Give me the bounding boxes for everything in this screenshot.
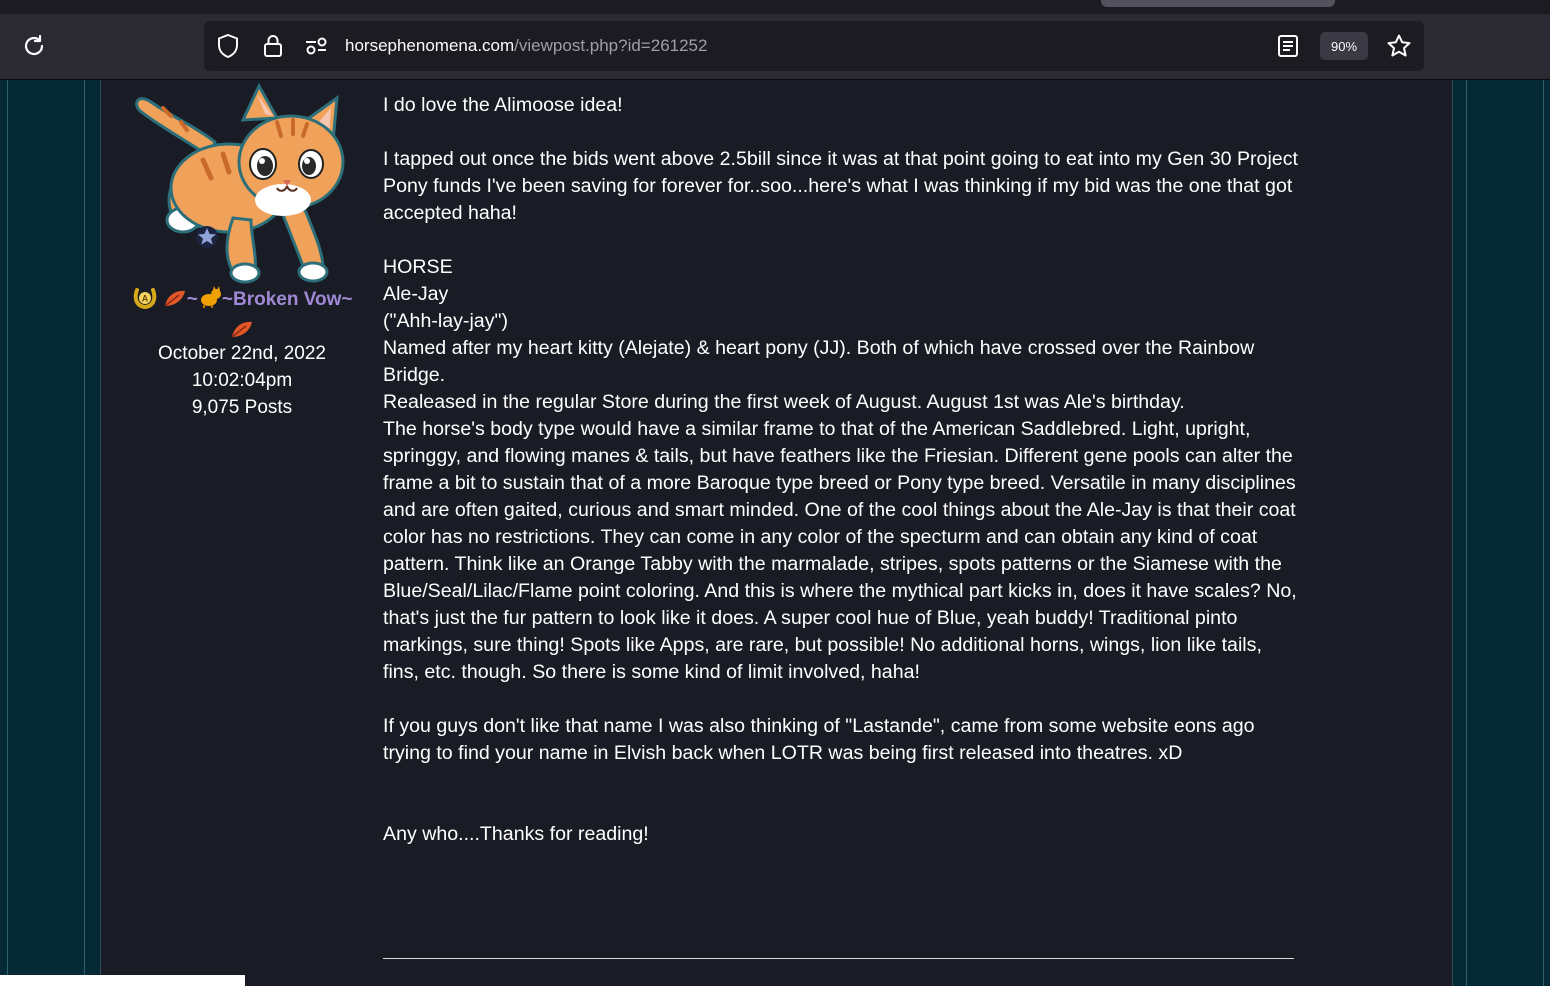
post-line: Named after my heart kitty (Alejate) & h…	[383, 337, 1255, 386]
site-permissions-icon[interactable]	[304, 33, 330, 59]
active-tab-edge[interactable]	[1101, 0, 1335, 7]
username[interactable]: ~Broken Vow~	[222, 289, 353, 310]
post-paragraph: I do love the Alimoose idea!	[383, 94, 623, 116]
svg-text:A: A	[141, 294, 148, 304]
post-count: 9,075 Posts	[191, 397, 293, 418]
signature-divider	[383, 958, 1294, 959]
frame-line	[7, 80, 8, 986]
post-paragraph: The horse's body type would have a simil…	[383, 418, 1297, 683]
frame-line	[1543, 80, 1544, 986]
url-path: /viewpost.php?id=261252	[514, 36, 708, 55]
post-line: HORSE	[383, 256, 453, 278]
page-viewport: A ~ ~Broken Vow~ October 22nd, 2022 10:0…	[0, 80, 1550, 986]
horseshoe-badge-icon: A	[132, 284, 158, 318]
frame-line	[84, 80, 85, 986]
post-meta: October 22nd, 2022 10:02:04pm 9,075 Post…	[112, 340, 372, 421]
post-paragraph: I tapped out once the bids went above 2.…	[383, 148, 1298, 224]
taskbar-edge	[0, 975, 245, 986]
post-paragraph: Any who....Thanks for reading!	[383, 823, 649, 845]
lock-icon[interactable]	[260, 33, 286, 59]
avatar[interactable]	[133, 80, 351, 285]
leaf-icon	[163, 288, 187, 316]
cat-icon	[198, 286, 222, 316]
tab-strip	[0, 0, 1550, 14]
post-line: Realeased in the regular Store during th…	[383, 391, 1185, 413]
zoom-level-button[interactable]: 90%	[1320, 32, 1368, 60]
post-paragraph: If you guys don't like that name I was a…	[383, 715, 1255, 764]
post-line: Ale-Jay	[383, 283, 449, 305]
post-time: 10:02:04pm	[191, 370, 293, 391]
browser-toolbar: horsephenomena.com/viewpost.php?id=26125…	[0, 14, 1550, 80]
post-line: ("Ahh-lay-jay")	[383, 310, 508, 332]
reader-view-icon[interactable]	[1275, 33, 1301, 59]
post-date: October 22nd, 2022	[158, 343, 326, 364]
url-text[interactable]: horsephenomena.com/viewpost.php?id=26125…	[345, 36, 707, 56]
username-line[interactable]: A ~ ~Broken Vow~	[112, 284, 372, 347]
frame-line	[1466, 80, 1467, 986]
url-host: horsephenomena.com	[345, 36, 515, 55]
shield-icon[interactable]	[215, 33, 241, 59]
bookmark-star-icon[interactable]	[1386, 33, 1412, 59]
post-body: I do love the Alimoose idea! I tapped ou…	[383, 92, 1298, 848]
reload-icon[interactable]	[18, 30, 50, 62]
address-bar[interactable]: horsephenomena.com/viewpost.php?id=26125…	[204, 21, 1424, 71]
